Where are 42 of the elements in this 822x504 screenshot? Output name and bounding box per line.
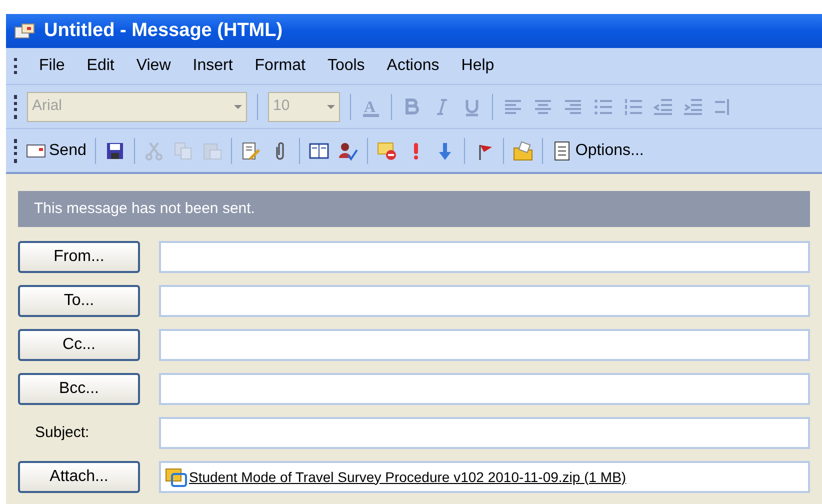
caret-icon: [327, 104, 335, 108]
grip-icon: [14, 138, 17, 162]
address-button[interactable]: To...: [18, 285, 140, 317]
address-button[interactable]: From...: [18, 241, 140, 273]
address-button[interactable]: Cc...: [18, 329, 140, 361]
menu-item[interactable]: Actions: [386, 54, 440, 78]
menu-item[interactable]: Tools: [327, 54, 365, 78]
input-field[interactable]: [159, 285, 810, 317]
send-button[interactable]: Send: [26, 138, 86, 162]
attachment-icon: [165, 467, 187, 487]
indent-icon[interactable]: [683, 96, 703, 116]
envelope-icon: [14, 22, 36, 40]
bullet-list-icon[interactable]: [593, 96, 613, 116]
input-field[interactable]: [159, 329, 810, 361]
menu-item[interactable]: Help: [461, 54, 494, 78]
document-pen-icon[interactable]: [241, 140, 262, 160]
input-field[interactable]: [159, 417, 810, 449]
outdent-icon[interactable]: [653, 96, 673, 116]
menu-item[interactable]: Insert: [192, 54, 233, 78]
info-bar: This message has not been sent.: [18, 191, 810, 227]
menu-item[interactable]: View: [136, 54, 171, 78]
options-button[interactable]: Options...: [552, 138, 644, 162]
input-field[interactable]: [159, 241, 810, 273]
input-field[interactable]: [159, 373, 810, 405]
grip-icon: [14, 58, 17, 74]
menu-item[interactable]: Format: [254, 54, 306, 78]
grip-icon: [14, 94, 17, 118]
person-check-icon[interactable]: [338, 140, 358, 160]
numbered-list-icon[interactable]: [623, 96, 643, 116]
attachment-field[interactable]: Student Mode of Travel Survey Procedure v102 2010-11-09.zip (1 MB): [159, 461, 810, 493]
menu-item[interactable]: File: [39, 54, 65, 78]
address-button[interactable]: Attach...: [18, 461, 140, 493]
caret-icon: [234, 104, 242, 108]
attachment-link[interactable]: Student Mode of Travel Survey Procedure v102 2010-11-09.zip (1 MB): [189, 466, 626, 488]
window-title: Untitled - Message (HTML): [44, 18, 283, 43]
document-icon: [552, 140, 572, 160]
menu-item[interactable]: Edit: [86, 54, 114, 78]
folder-icon[interactable]: [513, 140, 534, 160]
address-button[interactable]: Bcc...: [18, 373, 140, 405]
field-label: Subject:: [34, 422, 90, 443]
envelope-no-entry-icon[interactable]: [377, 140, 398, 160]
book-icon[interactable]: [309, 140, 330, 160]
